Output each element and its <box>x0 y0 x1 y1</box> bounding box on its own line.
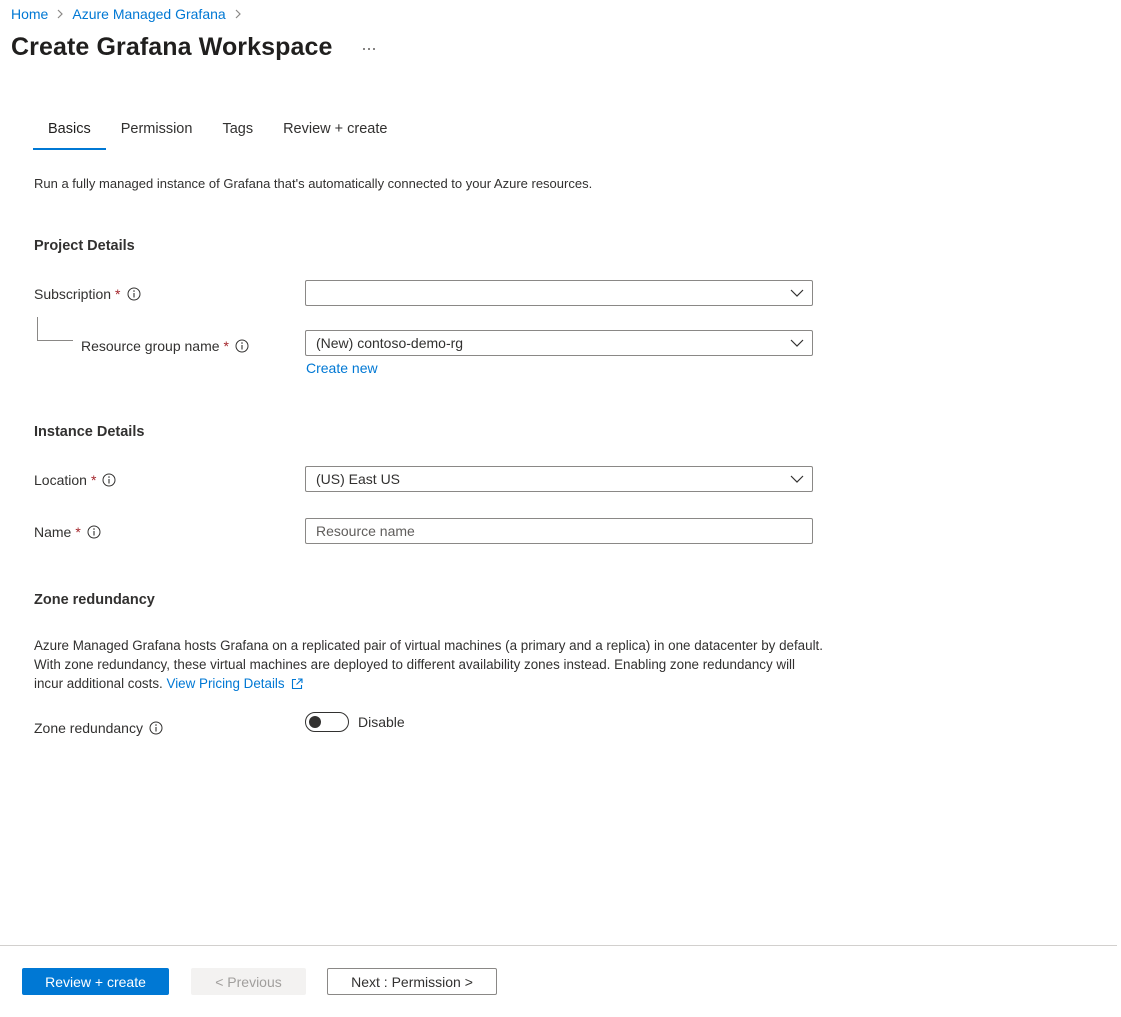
resource-group-select[interactable]: (New) contoso-demo-rg <box>305 330 813 356</box>
location-select[interactable]: (US) East US <box>305 466 813 492</box>
tree-connector <box>37 317 73 341</box>
next-permission-button[interactable]: Next : Permission > <box>327 968 497 995</box>
zone-redundancy-toggle-wrap: Disable <box>305 712 405 732</box>
info-icon[interactable] <box>102 473 116 487</box>
location-label: Location * <box>34 470 116 490</box>
pricing-link-text: View Pricing Details <box>166 676 285 691</box>
ellipsis-icon <box>362 47 375 50</box>
required-mark: * <box>115 286 121 302</box>
info-icon[interactable] <box>149 721 163 735</box>
required-mark: * <box>223 338 229 354</box>
info-icon[interactable] <box>235 339 249 353</box>
resource-group-label: Resource group name * <box>81 336 249 356</box>
location-label-text: Location <box>34 472 87 488</box>
chevron-right-icon <box>234 9 242 19</box>
zone-redundancy-description-text: Azure Managed Grafana hosts Grafana on a… <box>34 638 823 691</box>
resource-group-value: (New) contoso-demo-rg <box>316 335 464 351</box>
required-mark: * <box>90 472 97 488</box>
breadcrumb-home-link[interactable]: Home <box>11 6 48 22</box>
view-pricing-details-link[interactable]: View Pricing Details <box>167 674 303 693</box>
name-input[interactable] <box>316 519 812 543</box>
subscription-select[interactable] <box>305 280 813 306</box>
previous-button[interactable]: < Previous <box>191 968 306 995</box>
zone-redundancy-label: Zone redundancy <box>34 718 163 738</box>
more-options-button[interactable] <box>359 39 379 59</box>
tab-tags[interactable]: Tags <box>207 115 268 150</box>
toggle-state-label: Disable <box>358 714 405 730</box>
tab-basics[interactable]: Basics <box>33 115 106 150</box>
chevron-down-icon <box>790 339 804 347</box>
zone-redundancy-description: Azure Managed Grafana hosts Grafana on a… <box>34 636 824 693</box>
subscription-label: Subscription * <box>34 284 141 304</box>
page-title: Create Grafana Workspace <box>11 33 333 61</box>
zone-redundancy-toggle[interactable] <box>305 712 349 732</box>
required-mark: * <box>75 524 81 540</box>
chevron-right-icon <box>56 9 64 19</box>
name-label: Name * <box>34 522 101 542</box>
tab-review-create[interactable]: Review + create <box>268 115 402 150</box>
zone-redundancy-heading: Zone redundancy <box>34 592 155 608</box>
info-icon[interactable] <box>127 287 141 301</box>
project-details-heading: Project Details <box>34 238 135 254</box>
create-grafana-page: Home Azure Managed Grafana Create Grafan… <box>0 0 1121 1017</box>
review-create-button[interactable]: Review + create <box>22 968 169 995</box>
name-label-text: Name <box>34 524 72 540</box>
name-field[interactable] <box>305 518 813 544</box>
tab-permission[interactable]: Permission <box>106 115 208 150</box>
subscription-label-text: Subscription <box>34 286 112 302</box>
tab-bar: Basics Permission Tags Review + create <box>33 115 402 150</box>
info-icon[interactable] <box>87 525 101 539</box>
intro-text: Run a fully managed instance of Grafana … <box>34 176 593 191</box>
location-value: (US) East US <box>316 471 401 487</box>
instance-details-heading: Instance Details <box>34 424 145 440</box>
chevron-down-icon <box>790 289 804 297</box>
external-link-icon <box>291 677 303 690</box>
create-new-link[interactable]: Create new <box>306 360 378 376</box>
chevron-down-icon <box>790 475 804 483</box>
breadcrumb: Home Azure Managed Grafana <box>11 5 250 23</box>
resource-group-label-text: Resource group name <box>81 338 220 354</box>
title-row: Create Grafana Workspace <box>11 33 379 62</box>
breadcrumb-grafana-link[interactable]: Azure Managed Grafana <box>72 6 225 22</box>
zone-redundancy-label-text: Zone redundancy <box>34 720 143 736</box>
toggle-knob <box>309 716 321 728</box>
footer-divider <box>0 945 1117 946</box>
